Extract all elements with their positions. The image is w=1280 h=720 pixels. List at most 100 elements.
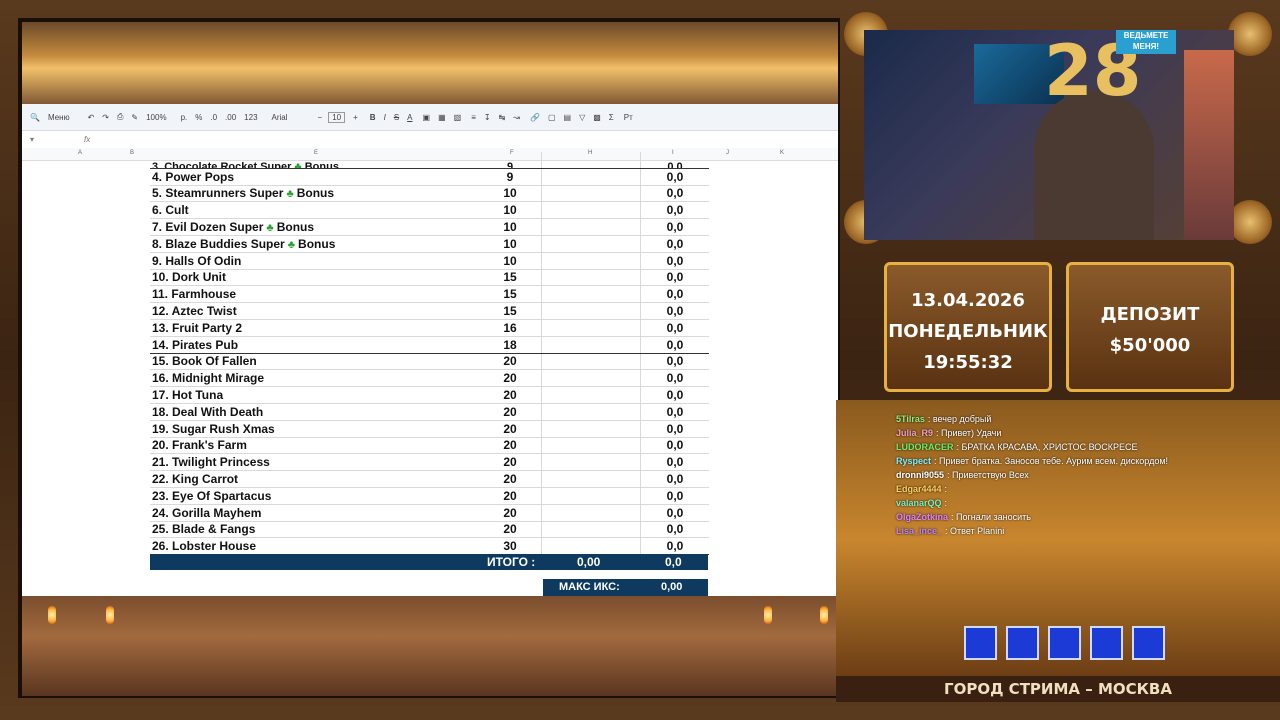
- x-cell[interactable]: 0,0: [640, 470, 709, 488]
- chat-username[interactable]: valanarQQ: [896, 498, 942, 508]
- x-cell[interactable]: 0,0: [640, 487, 709, 505]
- win-cell[interactable]: [541, 353, 641, 371]
- fill-color-icon[interactable]: ▣: [423, 113, 431, 122]
- win-cell[interactable]: [541, 420, 641, 438]
- slot-name-cell[interactable]: 11. Farmhouse: [150, 285, 479, 304]
- bet-cell[interactable]: 10: [479, 235, 542, 253]
- slot-name-cell[interactable]: 26. Lobster House: [150, 537, 479, 556]
- win-cell[interactable]: [541, 319, 641, 337]
- x-cell[interactable]: 0,0: [640, 185, 709, 203]
- functions-icon[interactable]: Σ: [609, 113, 614, 122]
- bet-cell[interactable]: 20: [479, 487, 542, 505]
- slot-name-cell[interactable]: 5. Steamrunners Super ♣ Bonus: [150, 185, 479, 203]
- win-cell[interactable]: [541, 285, 641, 304]
- slot-name-cell[interactable]: 24. Gorilla Mayhem: [150, 504, 479, 522]
- x-cell[interactable]: 0,0: [640, 269, 709, 287]
- currency-icon[interactable]: р.: [181, 113, 188, 122]
- font-size-input[interactable]: 10: [328, 111, 346, 123]
- borders-icon[interactable]: ▦: [438, 113, 446, 122]
- bet-cell[interactable]: 9: [479, 152, 542, 169]
- x-cell[interactable]: 0,0: [640, 252, 709, 270]
- slot-name-cell[interactable]: 25. Blade & Fangs: [150, 521, 479, 539]
- slot-name-cell[interactable]: 14. Pirates Pub: [150, 336, 479, 354]
- print-icon[interactable]: ⎙: [117, 112, 123, 122]
- win-cell[interactable]: [541, 218, 641, 236]
- italic-icon[interactable]: I: [384, 113, 386, 122]
- win-cell[interactable]: [541, 487, 641, 505]
- x-cell[interactable]: 0,0: [640, 152, 709, 169]
- bet-cell[interactable]: 10: [479, 218, 542, 236]
- chat-username[interactable]: Ryspect: [896, 456, 931, 466]
- column-header[interactable]: B: [130, 150, 134, 156]
- slot-name-cell[interactable]: 4. Power Pops: [150, 168, 479, 186]
- x-cell[interactable]: 0,0: [640, 302, 709, 320]
- bet-cell[interactable]: 18: [479, 336, 542, 354]
- bet-cell[interactable]: 15: [479, 285, 542, 304]
- bet-cell[interactable]: 16: [479, 319, 542, 337]
- slot-name-cell[interactable]: 6. Cult: [150, 201, 479, 220]
- x-cell[interactable]: 0,0: [640, 537, 709, 556]
- bet-cell[interactable]: 10: [479, 201, 542, 220]
- chat-username[interactable]: LUDORACER: [896, 442, 954, 452]
- x-cell[interactable]: 0,0: [640, 285, 709, 304]
- bet-cell[interactable]: 15: [479, 269, 542, 287]
- win-cell[interactable]: [541, 403, 641, 421]
- win-cell[interactable]: [541, 437, 641, 455]
- strikethrough-icon[interactable]: S: [394, 113, 399, 122]
- decimal-decrease-icon[interactable]: .0: [210, 113, 217, 122]
- slot-name-cell[interactable]: 12. Aztec Twist: [150, 302, 479, 320]
- bet-cell[interactable]: 20: [479, 437, 542, 455]
- win-cell[interactable]: [541, 252, 641, 270]
- undo-icon[interactable]: ↶: [88, 113, 95, 122]
- chart-icon[interactable]: ▤: [564, 113, 572, 122]
- number-format-button[interactable]: 123: [244, 113, 257, 122]
- slot-name-cell[interactable]: 17. Hot Tuna: [150, 386, 479, 404]
- slot-name-cell[interactable]: 23. Eye Of Spartacus: [150, 487, 479, 505]
- x-cell[interactable]: 0,0: [640, 168, 709, 186]
- win-cell[interactable]: [541, 470, 641, 488]
- x-cell[interactable]: 0,0: [640, 319, 709, 337]
- max-x-value[interactable]: 0,00: [661, 581, 682, 593]
- x-cell[interactable]: 0,0: [640, 453, 709, 472]
- x-cell[interactable]: 0,0: [640, 521, 709, 539]
- win-cell[interactable]: [541, 152, 641, 169]
- win-cell[interactable]: [541, 453, 641, 472]
- slot-name-cell[interactable]: 18. Deal With Death: [150, 403, 479, 421]
- win-cell[interactable]: [541, 386, 641, 404]
- bet-cell[interactable]: 20: [479, 521, 542, 539]
- slot-name-cell[interactable]: 8. Blaze Buddies Super ♣ Bonus: [150, 235, 479, 253]
- chat-username[interactable]: 5Tilras: [896, 414, 925, 424]
- win-cell[interactable]: [541, 235, 641, 253]
- bet-cell[interactable]: 30: [479, 537, 542, 556]
- zoom-select[interactable]: 100%: [146, 113, 166, 122]
- link-icon[interactable]: 🔗: [530, 113, 540, 122]
- bet-cell[interactable]: 20: [479, 386, 542, 404]
- win-cell[interactable]: [541, 521, 641, 539]
- font-size-decrease-icon[interactable]: −: [318, 113, 323, 122]
- bet-cell[interactable]: 10: [479, 252, 542, 270]
- x-cell[interactable]: 0,0: [640, 420, 709, 438]
- text-color-icon[interactable]: A: [407, 113, 412, 122]
- chat-username[interactable]: dronni9055: [896, 470, 944, 480]
- x-cell[interactable]: 0,0: [640, 437, 709, 455]
- win-cell[interactable]: [541, 537, 641, 556]
- menu-button[interactable]: Меню: [48, 113, 70, 122]
- x-cell[interactable]: 0,0: [640, 336, 709, 354]
- font-select[interactable]: Arial: [272, 113, 288, 122]
- x-cell[interactable]: 0,0: [640, 369, 709, 388]
- win-cell[interactable]: [541, 369, 641, 388]
- input-tools-icon[interactable]: Pт: [624, 113, 633, 122]
- chat-username[interactable]: Lisa_ince_: [896, 526, 942, 536]
- bold-icon[interactable]: B: [370, 113, 376, 122]
- column-header[interactable]: K: [780, 150, 784, 156]
- slot-name-cell[interactable]: 3. Chocolate Rocket Super ♣ Bonus: [150, 152, 479, 169]
- bet-cell[interactable]: 9: [479, 168, 542, 186]
- chat-username[interactable]: OlgaZotkina: [896, 512, 948, 522]
- chat-username[interactable]: Edgar4444: [896, 484, 942, 494]
- bet-cell[interactable]: 20: [479, 470, 542, 488]
- slot-name-cell[interactable]: 15. Book Of Fallen: [150, 353, 479, 371]
- column-header[interactable]: A: [78, 150, 82, 156]
- bet-cell[interactable]: 15: [479, 302, 542, 320]
- slot-name-cell[interactable]: 7. Evil Dozen Super ♣ Bonus: [150, 218, 479, 236]
- x-cell[interactable]: 0,0: [640, 235, 709, 253]
